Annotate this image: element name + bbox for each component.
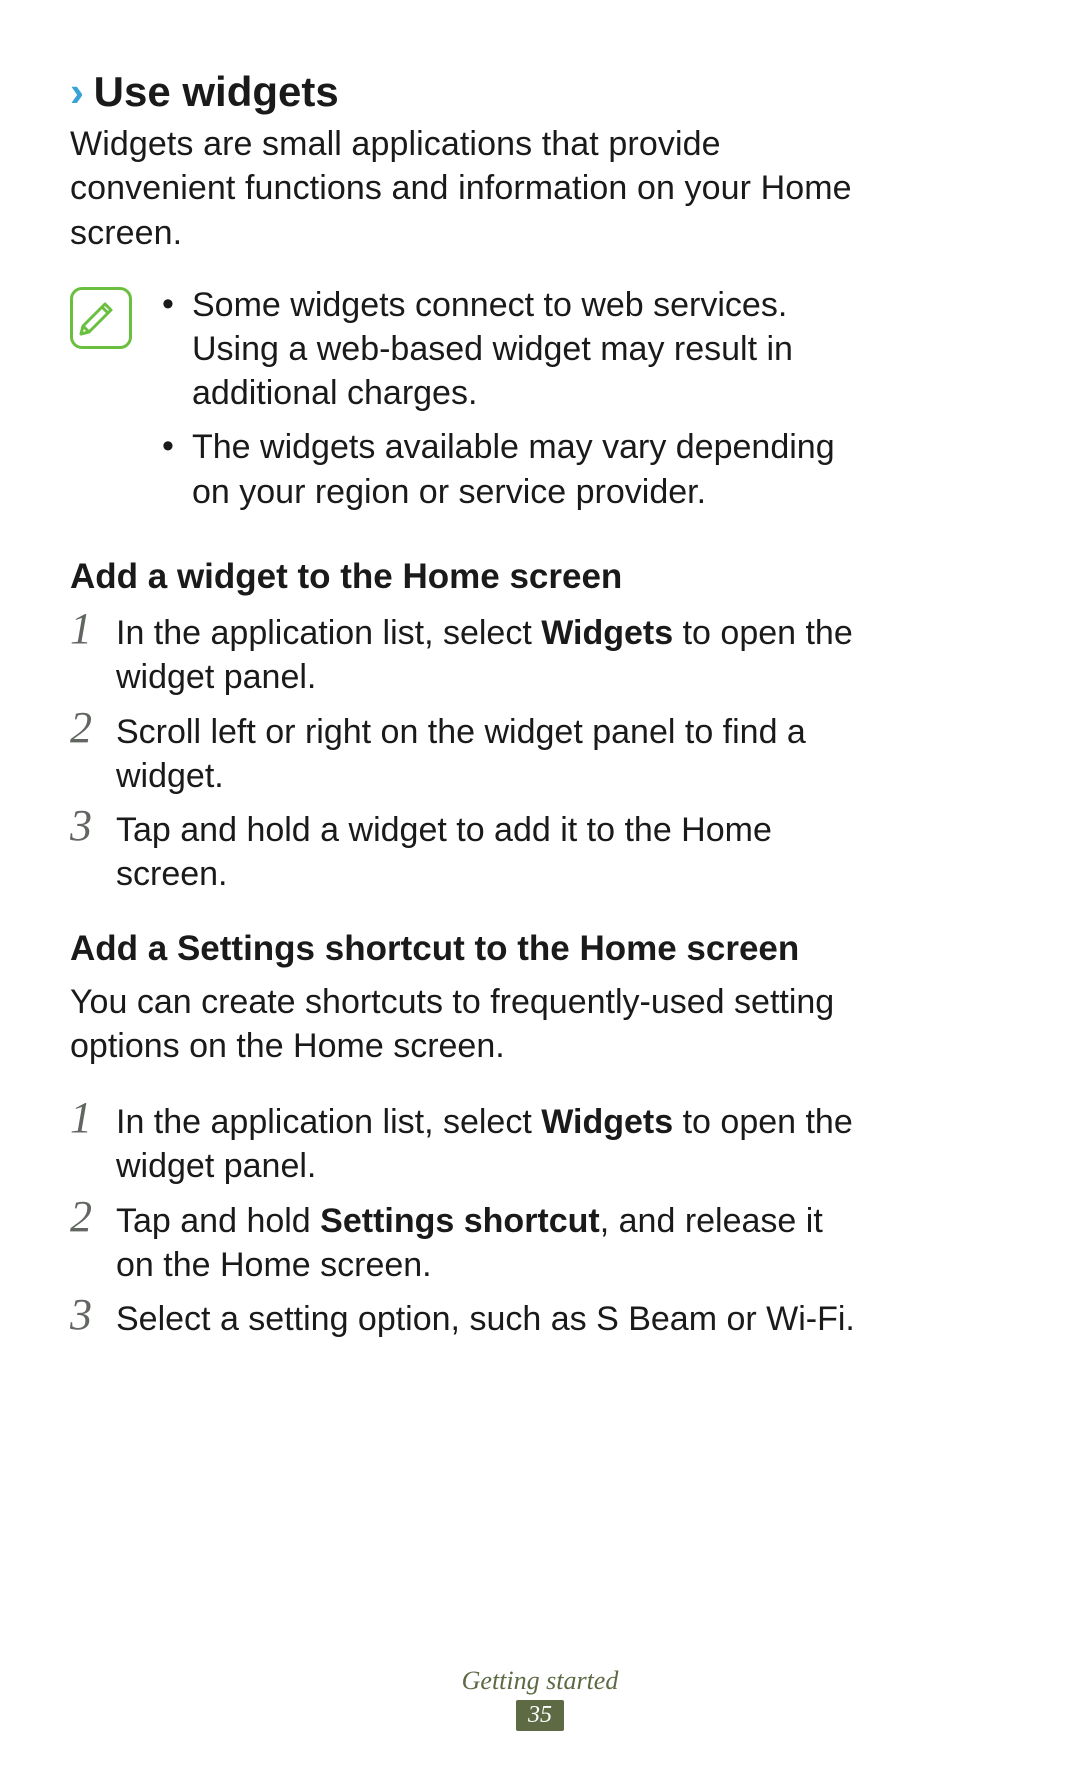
step-item: 3 Tap and hold a widget to add it to the… bbox=[70, 804, 870, 896]
note-item: The widgets available may vary depending… bbox=[162, 425, 870, 513]
step-number: 3 bbox=[70, 804, 116, 848]
step-number: 1 bbox=[70, 1096, 116, 1140]
chevron-icon: › bbox=[70, 68, 82, 115]
sub-intro: You can create shortcuts to frequently-u… bbox=[70, 980, 870, 1068]
note-item: Some widgets connect to web services. Us… bbox=[162, 283, 870, 416]
step-item: 1 In the application list, select Widget… bbox=[70, 1096, 870, 1188]
steps-add-widget: 1 In the application list, select Widget… bbox=[70, 607, 870, 896]
sub-heading-add-widget: Add a widget to the Home screen bbox=[70, 554, 870, 600]
step-text: Tap and hold Settings shortcut, and rele… bbox=[116, 1195, 870, 1287]
step-text: In the application list, select Widgets … bbox=[116, 607, 870, 699]
note-pencil-icon bbox=[70, 287, 132, 349]
note-block: Some widgets connect to web services. Us… bbox=[70, 283, 870, 524]
section-heading: › Use widgets bbox=[70, 68, 870, 116]
footer-section-label: Getting started bbox=[0, 1666, 1080, 1696]
step-number: 2 bbox=[70, 1195, 116, 1239]
sub-heading-add-shortcut: Add a Settings shortcut to the Home scre… bbox=[70, 926, 870, 972]
step-text: Tap and hold a widget to add it to the H… bbox=[116, 804, 870, 896]
page-number-badge: 35 bbox=[516, 1700, 564, 1731]
step-text: Scroll left or right on the widget panel… bbox=[116, 706, 870, 798]
page-footer: Getting started 35 bbox=[0, 1666, 1080, 1731]
step-number: 1 bbox=[70, 607, 116, 651]
step-item: 3 Select a setting option, such as S Bea… bbox=[70, 1293, 870, 1341]
step-text: In the application list, select Widgets … bbox=[116, 1096, 870, 1188]
page-content: › Use widgets Widgets are small applicat… bbox=[0, 0, 940, 1341]
heading-title: Use widgets bbox=[94, 68, 339, 115]
steps-add-shortcut: 1 In the application list, select Widget… bbox=[70, 1096, 870, 1341]
step-number: 2 bbox=[70, 706, 116, 750]
step-item: 2 Tap and hold Settings shortcut, and re… bbox=[70, 1195, 870, 1287]
step-item: 2 Scroll left or right on the widget pan… bbox=[70, 706, 870, 798]
step-text: Select a setting option, such as S Beam … bbox=[116, 1293, 870, 1341]
intro-paragraph: Widgets are small applications that prov… bbox=[70, 122, 870, 255]
step-number: 3 bbox=[70, 1293, 116, 1337]
step-item: 1 In the application list, select Widget… bbox=[70, 607, 870, 699]
note-list: Some widgets connect to web services. Us… bbox=[162, 283, 870, 524]
